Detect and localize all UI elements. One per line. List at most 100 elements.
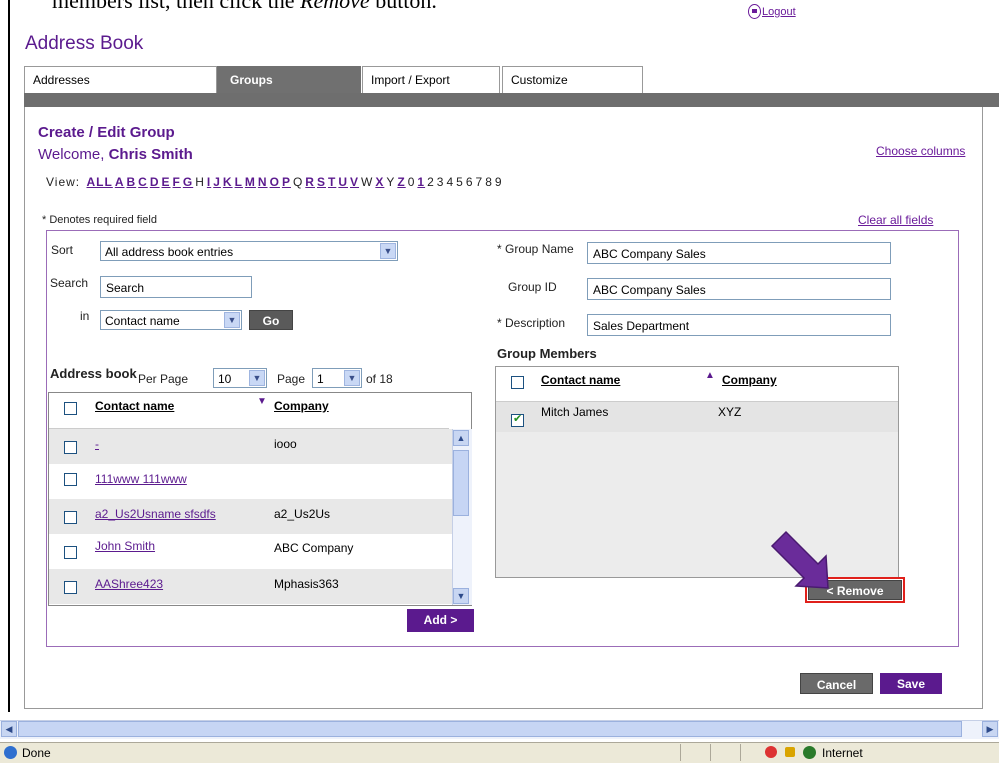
lock-icon[interactable] [785,747,795,757]
tab-addresses[interactable]: Addresses [24,66,217,93]
choose-columns-link[interactable]: Choose columns [876,144,965,158]
filter-all[interactable]: ALL [86,175,112,189]
filter-c[interactable]: C [138,175,148,189]
tab-customize[interactable]: Customize [502,66,643,93]
sort-desc-icon[interactable]: ▼ [257,396,267,407]
tab-groups[interactable]: Groups [217,66,361,93]
col-company[interactable]: Company [274,399,329,413]
logout-link[interactable]: Logout [762,6,796,18]
filter-w: W [361,175,374,189]
description-input[interactable]: Sales Department [587,314,891,336]
company-cell: Mphasis363 [274,577,339,591]
view-label: View: [46,175,81,189]
filter-i[interactable]: I [207,175,211,189]
scroll-thumb[interactable] [453,450,469,516]
status-divider [740,744,741,761]
table-row[interactable]: 111www 111www [49,464,452,499]
address-book-title: Address book [50,366,137,381]
col-contact-name[interactable]: Contact name [95,399,174,413]
table-row[interactable]: - iooo [49,429,452,464]
filter-f[interactable]: F [173,175,181,189]
row-checkbox[interactable] [64,511,77,524]
filter-8: 8 [485,175,493,189]
filter-k[interactable]: K [223,175,233,189]
chevron-down-icon[interactable]: ▼ [344,370,360,386]
filter-p[interactable]: P [282,175,291,189]
instruction-text: members list, then click the Remove butt… [52,0,437,13]
chevron-down-icon[interactable]: ▼ [249,370,265,386]
filter-r[interactable]: R [305,175,315,189]
filter-6: 6 [465,175,474,189]
select-all-checkbox[interactable] [64,402,77,415]
chevron-down-icon[interactable]: ▼ [224,312,240,328]
page-label: Page [277,372,306,386]
welcome-text: Welcome, Chris Smith [38,146,193,163]
save-button[interactable]: Save [880,673,942,694]
filter-j[interactable]: J [213,175,221,189]
members-col-contact[interactable]: Contact name [541,373,620,387]
contact-name-link[interactable]: AAShree423 [95,577,163,591]
member-checkbox[interactable] [511,412,524,427]
member-contact: Mitch James [541,405,609,419]
cancel-button[interactable]: Cancel [800,673,873,694]
filter-1[interactable]: 1 [417,175,425,189]
scroll-up-icon[interactable]: ▲ [453,430,469,446]
filter-a[interactable]: A [115,175,125,189]
filter-z[interactable]: Z [397,175,405,189]
filter-d[interactable]: D [150,175,160,189]
filter-s[interactable]: S [317,175,326,189]
row-checkbox[interactable] [64,473,77,486]
globe-icon [803,746,816,759]
row-checkbox[interactable] [64,546,77,559]
filter-g[interactable]: G [183,175,193,189]
filter-v[interactable]: V [350,175,359,189]
contact-name-link[interactable]: John Smith [95,539,155,553]
sort-asc-icon[interactable]: ▲ [705,370,715,381]
privacy-icon[interactable] [765,746,777,758]
group-id-input[interactable]: ABC Company Sales [587,278,891,300]
h-scroll-thumb[interactable] [18,721,962,737]
search-field-select[interactable]: Contact name ▼ [100,310,242,330]
table-row[interactable]: a2_Us2Usname sfsdfs a2_Us2Us [49,499,452,534]
page-select[interactable]: 1 ▼ [312,368,362,388]
filter-7: 7 [475,175,484,189]
zone-text: Internet [822,746,863,760]
table-row[interactable]: AAShree423 Mphasis363 [49,569,452,604]
group-name-input[interactable]: ABC Company Sales [587,242,891,264]
filter-b[interactable]: B [126,175,136,189]
filter-o[interactable]: O [270,175,280,189]
chevron-down-icon[interactable]: ▼ [380,243,396,259]
tab-import-export[interactable]: Import / Export [362,66,500,93]
clear-all-link[interactable]: Clear all fields [858,213,933,227]
required-note: * Denotes required field [42,214,157,226]
filter-t[interactable]: T [328,175,336,189]
members-col-company[interactable]: Company [722,373,777,387]
company-cell: iooo [274,437,297,451]
members-select-all-checkbox[interactable] [511,376,524,389]
filter-x[interactable]: X [375,175,384,189]
group-name-label: * Group Name [497,242,574,256]
scroll-left-icon[interactable]: ◀ [1,721,17,737]
scroll-down-icon[interactable]: ▼ [453,588,469,604]
filter-e[interactable]: E [162,175,171,189]
contact-name-link[interactable]: 111www 111www [95,472,187,486]
sort-select[interactable]: All address book entries ▼ [100,241,398,261]
contact-name-link[interactable]: - [95,437,99,451]
row-checkbox[interactable] [64,581,77,594]
search-input[interactable]: Search [100,276,252,298]
add-button[interactable]: Add > [407,609,474,632]
filter-u[interactable]: U [338,175,348,189]
filter-n[interactable]: N [258,175,268,189]
filter-m[interactable]: M [245,175,256,189]
filter-l[interactable]: L [235,175,243,189]
per-page-select[interactable]: 10 ▼ [213,368,267,388]
contact-name-link[interactable]: a2_Us2Usname sfsdfs [95,507,216,521]
row-checkbox[interactable] [64,441,77,454]
company-cell: a2_Us2Us [274,507,331,521]
table-row[interactable]: John Smith ABC Company [49,534,452,569]
lock-icon[interactable] [748,4,761,19]
scroll-right-icon[interactable]: ▶ [982,721,998,737]
sort-label: Sort [51,243,74,257]
per-page-value: 10 [218,372,232,386]
go-button[interactable]: Go [249,310,293,330]
